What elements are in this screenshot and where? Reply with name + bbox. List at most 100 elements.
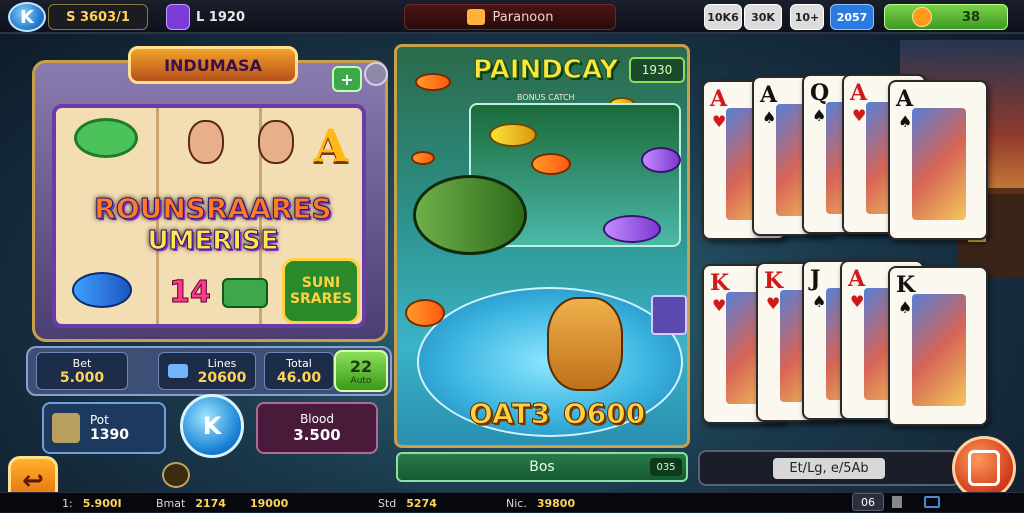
stat-item: 19000 xyxy=(240,493,288,513)
card-suit: ♥ xyxy=(850,292,865,311)
balance-box: Blood 3.500 xyxy=(256,402,378,454)
chip-10plus[interactable]: 10+ xyxy=(790,4,824,30)
mini-card-icon[interactable] xyxy=(651,295,687,335)
stat-item: 1: 5.900I xyxy=(62,493,122,513)
bonus-badge: SUNI SRARES xyxy=(282,258,360,324)
pot-label: Pot xyxy=(90,413,109,427)
total-label: Total xyxy=(286,356,312,370)
bet-value: 5.000 xyxy=(59,369,105,386)
fish-symbol-icon xyxy=(72,272,132,308)
avatar[interactable] xyxy=(162,462,190,488)
card-rank: Q xyxy=(810,80,830,106)
fish-icon[interactable] xyxy=(603,215,661,243)
stat-label: 1: xyxy=(62,496,73,510)
card-rank: K xyxy=(896,272,916,298)
auto-spin-label: Auto xyxy=(350,375,372,386)
trophy-icon xyxy=(52,413,80,443)
bet-row: Bet 5.000 Lines 20600 Total 46.00 22 Aut… xyxy=(26,346,392,396)
gem-balance[interactable]: 38 xyxy=(884,4,1008,30)
slot-subheadline: UMERISE xyxy=(147,226,279,257)
number-symbol: 14 xyxy=(169,274,212,310)
card-suit: ♠ xyxy=(898,112,913,131)
stat-value: 2174 xyxy=(195,496,226,510)
fish-icon[interactable] xyxy=(641,147,681,173)
stat-item: Nic. 39800 xyxy=(506,493,575,513)
fish-score-right: O600 xyxy=(562,397,646,431)
lines-amount[interactable]: Lines 20600 xyxy=(158,352,256,390)
fish-icon[interactable] xyxy=(531,153,571,175)
page-number[interactable]: 06 xyxy=(852,493,884,511)
card-rank: K xyxy=(710,270,730,296)
center-title-pill[interactable]: Paranoon xyxy=(404,4,616,30)
lock-icon[interactable] xyxy=(892,496,902,508)
card-rank: J xyxy=(810,266,821,292)
robot-icon xyxy=(968,450,1000,486)
squirrel-character[interactable] xyxy=(547,297,623,391)
pot-value: 1390 xyxy=(90,427,129,443)
cash-symbol-icon xyxy=(222,278,268,308)
center-title-label: Paranoon xyxy=(492,9,554,25)
stat-label: Nic. xyxy=(506,496,527,510)
card-rank: A xyxy=(850,80,868,106)
card-art xyxy=(912,294,966,406)
card-suit: ♠ xyxy=(812,106,827,125)
bet-label: Bet xyxy=(72,356,92,370)
card-action-bar[interactable]: Et/Lg, e/5Ab xyxy=(698,450,960,486)
card-action-label: Et/Lg, e/5Ab xyxy=(773,457,885,479)
slot-reels: A ROUNSRAARES UMERISE 14 SUNI SRARES xyxy=(52,104,366,328)
level-label: L 1920 xyxy=(196,9,245,25)
card-suit: ♥ xyxy=(712,112,727,131)
big-fish-icon[interactable] xyxy=(413,175,527,255)
card-rank: A xyxy=(710,86,728,112)
slot-headline: ROUNSRAARES xyxy=(94,192,332,226)
fish-counter: 1930 xyxy=(629,57,685,83)
menu-icon[interactable] xyxy=(924,496,940,508)
card-rank: K xyxy=(764,268,784,294)
chip-blue[interactable]: 2057 xyxy=(830,4,874,30)
playing-card[interactable]: A ♠ xyxy=(888,80,988,240)
card-art xyxy=(912,108,966,220)
card-rank: A xyxy=(848,266,866,292)
auto-spin-count: 22 xyxy=(349,356,373,376)
card-suit: ♥ xyxy=(852,106,867,125)
card-rank: A xyxy=(760,82,778,108)
total-amount[interactable]: Total 46.00 xyxy=(264,352,334,390)
stat-label: Std xyxy=(378,496,397,510)
face-symbol-icon xyxy=(188,120,224,164)
slot-title: INDUMASA xyxy=(128,46,298,84)
lines-value: 20600 xyxy=(197,369,247,386)
gear-icon[interactable] xyxy=(364,62,388,86)
total-value: 46.00 xyxy=(276,369,322,386)
coin-balance[interactable]: S 3603/1 xyxy=(48,4,148,30)
spin-button[interactable]: K xyxy=(180,394,244,458)
bet-amount[interactable]: Bet 5.000 xyxy=(36,352,128,390)
card-suit: ♠ xyxy=(898,298,913,317)
stat-value: 19000 xyxy=(250,496,289,510)
fish-icon[interactable] xyxy=(405,299,445,327)
card-suit: ♥ xyxy=(712,296,727,315)
chip-30k[interactable]: 30K xyxy=(744,4,782,30)
pot-box: Pot 1390 xyxy=(42,402,166,454)
gem-icon xyxy=(911,7,932,27)
card-suit: ♥ xyxy=(766,294,781,313)
slot-add-button[interactable]: + xyxy=(332,66,362,92)
fish-icon[interactable] xyxy=(415,73,451,91)
balance-label: Blood xyxy=(300,412,334,426)
face-symbol-icon xyxy=(258,120,294,164)
stat-value: 39800 xyxy=(536,496,576,510)
chip-10k6[interactable]: 10K6 xyxy=(704,4,742,30)
stat-value: 5274 xyxy=(406,496,437,510)
lines-label: Lines xyxy=(207,356,237,370)
stat-value: 5.900I xyxy=(82,496,122,510)
fish-game-panel[interactable]: PAINDCAY BONUS CATCH 1930 OAT3 O600 xyxy=(394,44,690,448)
fish-action-button[interactable]: Bos xyxy=(396,452,688,482)
k-logo-icon[interactable]: K xyxy=(8,2,46,32)
playing-card[interactable]: K ♠ xyxy=(888,266,988,426)
robot-button[interactable] xyxy=(952,436,1016,500)
card-suit: ♠ xyxy=(812,292,827,311)
fish-icon[interactable] xyxy=(489,123,537,147)
level-icon xyxy=(166,4,190,30)
fish-action-count: 035 xyxy=(650,458,682,476)
fish-icon[interactable] xyxy=(411,151,435,165)
auto-spin-button[interactable]: 22 Auto xyxy=(334,350,388,392)
